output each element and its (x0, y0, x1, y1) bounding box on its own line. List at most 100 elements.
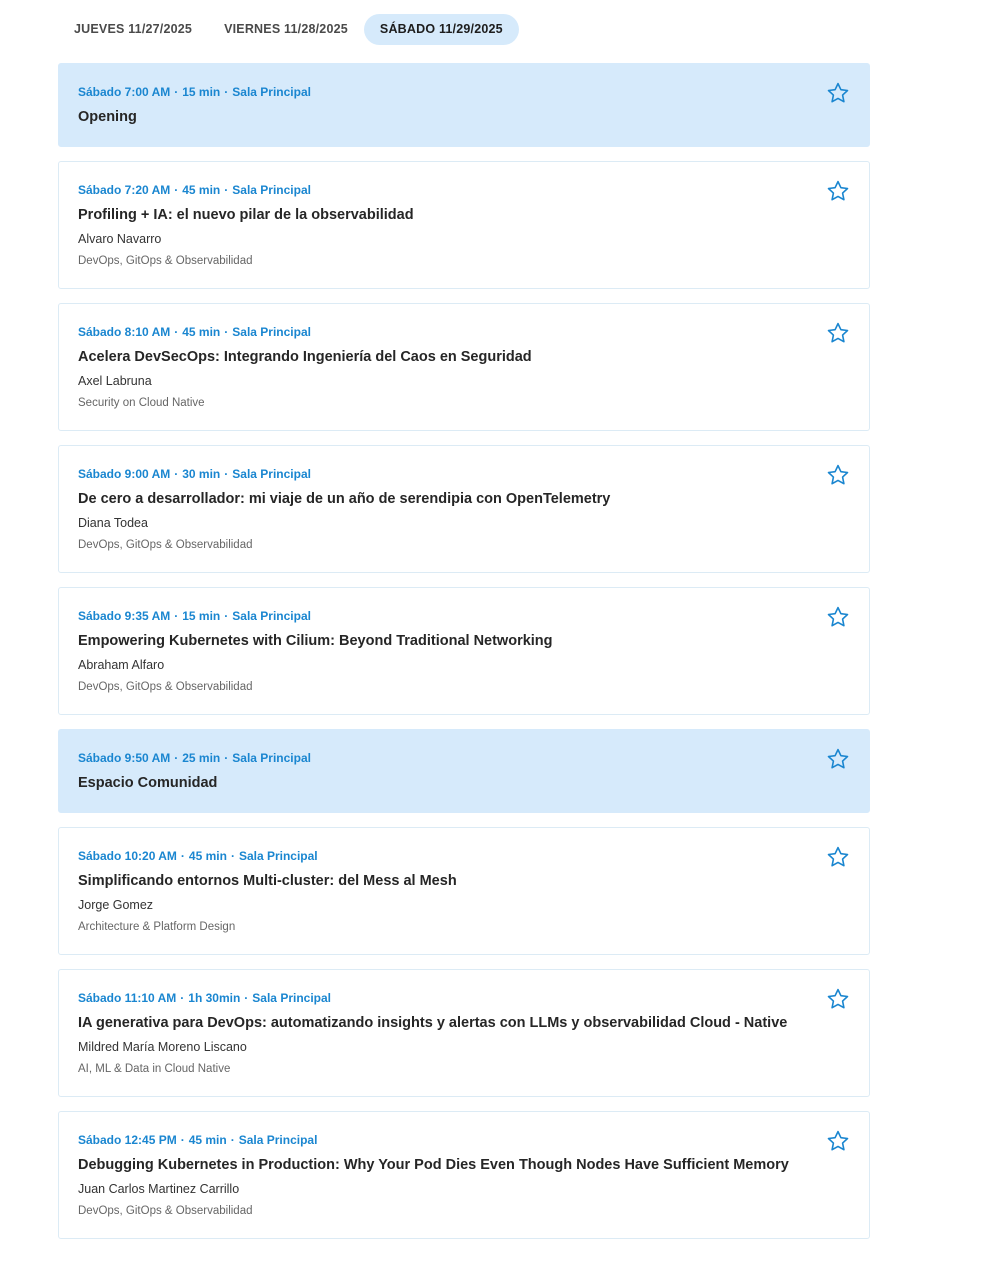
session-duration: 45 min (188, 849, 227, 863)
session-title: Acelera DevSecOps: Integrando Ingeniería… (78, 349, 532, 365)
star-icon[interactable] (826, 81, 850, 105)
session-meta: Sábado 10:20 AM · 45 min · Sala Principal (78, 848, 850, 864)
star-icon[interactable] (826, 747, 850, 771)
tab-jueves[interactable]: JUEVES 11/27/2025 (58, 14, 208, 45)
session-track: AI, ML & Data in Cloud Native (78, 1063, 231, 1075)
session-room: Sala Principal (232, 325, 311, 339)
session-speaker: Diana Todea (78, 516, 148, 530)
session-speaker: Alvaro Navarro (78, 232, 162, 246)
session-track: DevOps, GitOps & Observabilidad (78, 681, 253, 693)
session-room: Sala Principal (232, 751, 311, 765)
session-room: Sala Principal (232, 467, 311, 481)
session-duration: 45 min (182, 325, 221, 339)
session-duration: 30 min (182, 467, 221, 481)
session-title: De cero a desarrollador: mi viaje de un … (78, 491, 611, 507)
session-meta: Sábado 8:10 AM · 45 min · Sala Principal (78, 324, 850, 340)
session-track: DevOps, GitOps & Observabilidad (78, 539, 253, 551)
meta-separator: · (174, 609, 179, 623)
session-duration: 45 min (182, 183, 221, 197)
session-card[interactable]: Sábado 7:00 AM · 15 min · Sala Principal Ope… (58, 63, 870, 147)
star-icon[interactable] (826, 845, 850, 869)
session-time: Sábado 12:45 PM (78, 1133, 177, 1147)
star-icon[interactable] (826, 605, 850, 629)
session-time: Sábado 11:10 AM (78, 991, 177, 1005)
session-meta: Sábado 12:45 PM · 45 min · Sala Principal (78, 1132, 850, 1148)
session-meta: Sábado 9:35 AM · 15 min · Sala Principal (78, 608, 850, 624)
session-time: Sábado 7:00 AM (78, 85, 171, 99)
session-time: Sábado 8:10 AM (78, 325, 171, 339)
session-time: Sábado 7:20 AM (78, 183, 171, 197)
meta-separator: · (224, 85, 229, 99)
meta-separator: · (174, 85, 179, 99)
session-title: IA generativa para DevOps: automatizando… (78, 1015, 788, 1031)
session-time: Sábado 10:20 AM (78, 849, 177, 863)
session-meta: Sábado 9:00 AM · 30 min · Sala Principal (78, 466, 850, 482)
session-card[interactable]: Sábado 9:00 AM · 30 min · Sala Principal De … (58, 445, 870, 573)
session-track: DevOps, GitOps & Observabilidad (78, 255, 253, 267)
star-icon[interactable] (826, 463, 850, 487)
meta-separator: · (224, 751, 229, 765)
meta-separator: · (230, 1133, 235, 1147)
session-meta: Sábado 11:10 AM · 1h 30min · Sala Principal (78, 990, 850, 1006)
session-duration: 15 min (182, 85, 221, 99)
session-speaker: Jorge Gomez (78, 898, 154, 912)
session-meta: Sábado 7:20 AM · 45 min · Sala Principal (78, 182, 850, 198)
day-tabs: JUEVES 11/27/2025 VIERNES 11/28/2025 SÁB… (58, 14, 519, 45)
session-duration: 15 min (182, 609, 221, 623)
meta-separator: · (224, 325, 229, 339)
session-card[interactable]: Sábado 10:20 AM · 45 min · Sala Principal Si… (58, 827, 870, 955)
session-meta: Sábado 9:50 AM · 25 min · Sala Principal (78, 750, 850, 766)
meta-separator: · (180, 991, 185, 1005)
session-room: Sala Principal (238, 1133, 318, 1147)
session-speaker: Juan Carlos Martinez Carrillo (78, 1182, 240, 1196)
session-track: DevOps, GitOps & Observabilidad (78, 1205, 253, 1217)
session-speaker: Axel Labruna (78, 374, 152, 388)
session-card[interactable]: Sábado 7:20 AM · 45 min · Sala Principal Pro… (58, 161, 870, 289)
session-card[interactable]: Sábado 8:10 AM · 45 min · Sala Principal Ace… (58, 303, 870, 431)
meta-separator: · (180, 849, 185, 863)
session-track: Security on Cloud Native (78, 397, 205, 409)
meta-separator: · (180, 1133, 185, 1147)
session-speaker: Abraham Alfaro (78, 658, 165, 672)
session-meta: Sábado 7:00 AM · 15 min · Sala Principal (78, 84, 850, 100)
session-time: Sábado 9:50 AM (78, 751, 171, 765)
tab-sabado[interactable]: SÁBADO 11/29/2025 (363, 14, 519, 45)
session-card[interactable]: Sábado 11:10 AM · 1h 30min · Sala Principal … (58, 969, 870, 1097)
session-time: Sábado 9:35 AM (78, 609, 171, 623)
star-icon[interactable] (826, 321, 850, 345)
session-duration: 45 min (188, 1133, 227, 1147)
session-title: Debugging Kubernetes in Production: Why … (78, 1157, 789, 1173)
meta-separator: · (224, 183, 229, 197)
session-room: Sala Principal (232, 183, 311, 197)
session-title: Profiling + IA: el nuevo pilar de la obs… (78, 207, 414, 223)
meta-separator: · (174, 751, 179, 765)
session-duration: 1h 30min (188, 991, 241, 1005)
session-room: Sala Principal (252, 991, 331, 1005)
session-card[interactable]: Sábado 12:45 PM · 45 min · Sala Principal De… (58, 1111, 870, 1239)
session-room: Sala Principal (232, 85, 311, 99)
star-icon[interactable] (826, 179, 850, 203)
meta-separator: · (174, 467, 179, 481)
session-title: Empowering Kubernetes with Cilium: Beyon… (78, 633, 553, 649)
session-title: Espacio Comunidad (78, 775, 218, 791)
session-track: Architecture & Platform Design (78, 921, 236, 933)
meta-separator: · (224, 609, 229, 623)
star-icon[interactable] (826, 987, 850, 1011)
session-time: Sábado 9:00 AM (78, 467, 171, 481)
session-title: Opening (78, 109, 137, 125)
session-title: Simplificando entornos Multi-cluster: de… (78, 873, 457, 889)
meta-separator: · (224, 467, 229, 481)
session-list: Sábado 7:00 AM · 15 min · Sala Principal Ope… (58, 63, 870, 1253)
session-duration: 25 min (182, 751, 221, 765)
meta-separator: · (230, 849, 235, 863)
session-card[interactable]: Sábado 9:50 AM · 25 min · Sala Principal Esp… (58, 729, 870, 813)
star-icon[interactable] (826, 1129, 850, 1153)
session-room: Sala Principal (238, 849, 318, 863)
tab-viernes[interactable]: VIERNES 11/28/2025 (208, 14, 364, 45)
meta-separator: · (174, 325, 179, 339)
meta-separator: · (244, 991, 249, 1005)
session-card[interactable]: Sábado 9:35 AM · 15 min · Sala Principal Emp… (58, 587, 870, 715)
session-room: Sala Principal (232, 609, 311, 623)
meta-separator: · (174, 183, 179, 197)
session-speaker: Mildred María Moreno Liscano (78, 1040, 247, 1054)
